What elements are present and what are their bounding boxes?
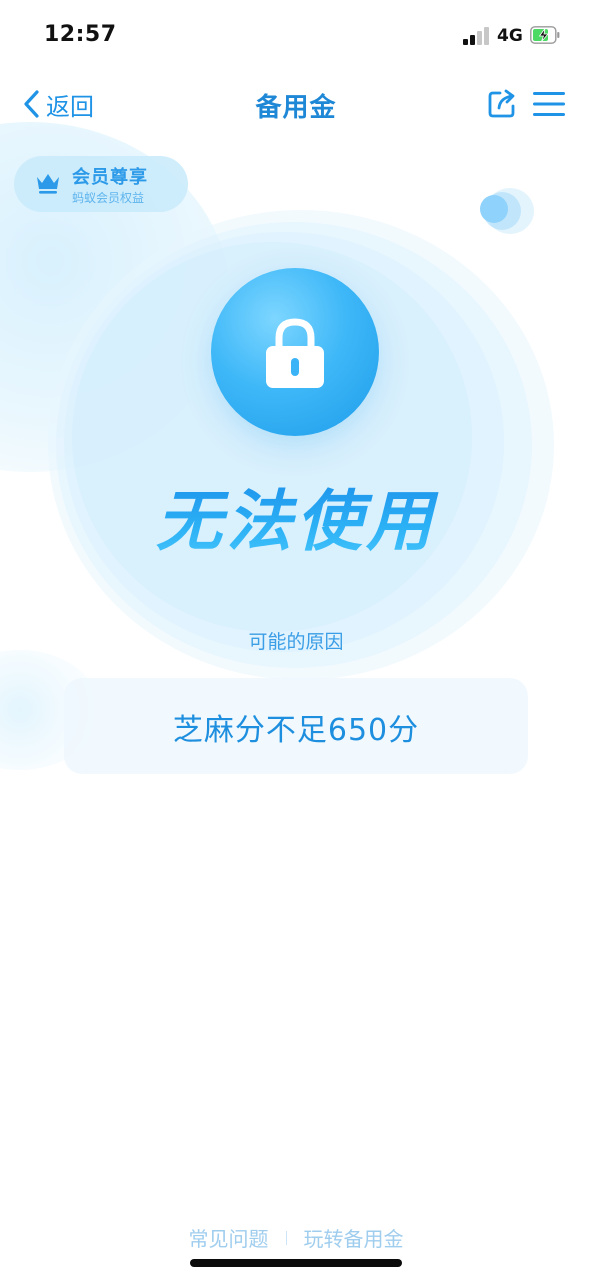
network-type: 4G [497,26,523,46]
share-icon[interactable] [486,88,518,120]
menu-icon[interactable] [532,90,566,118]
lock-badge [211,268,379,436]
crown-icon [37,174,59,194]
member-subtitle: 蚂蚁会员权益 [72,191,145,205]
faq-link[interactable]: 常见问题 [189,1223,269,1252]
battery-charging-icon [530,26,560,44]
member-benefits-button[interactable]: 会员尊享 蚂蚁会员权益 [14,156,188,212]
reason-card: 芝麻分不足650分 [64,678,528,774]
footer-links: 常见问题 玩转备用金 [0,1223,592,1252]
app-screen: 12:57 4G 返回 备用金 会员尊享 蚂蚁会员权益 无法使用 可能的原因 芝… [0,0,592,1280]
guide-link[interactable]: 玩转备用金 [304,1223,404,1252]
lock-icon [266,318,324,388]
member-title: 会员尊享 [72,167,148,188]
status-time: 12:57 [44,22,117,47]
reason-label: 可能的原因 [248,631,344,653]
cellular-signal-icon [463,27,491,45]
home-indicator [190,1259,402,1267]
reason-text: 芝麻分不足650分 [172,713,420,748]
footer-divider [285,1230,287,1245]
decor-bubble [480,186,534,234]
status-bar: 12:57 4G [0,0,592,72]
status-headline: 无法使用 [0,468,592,564]
